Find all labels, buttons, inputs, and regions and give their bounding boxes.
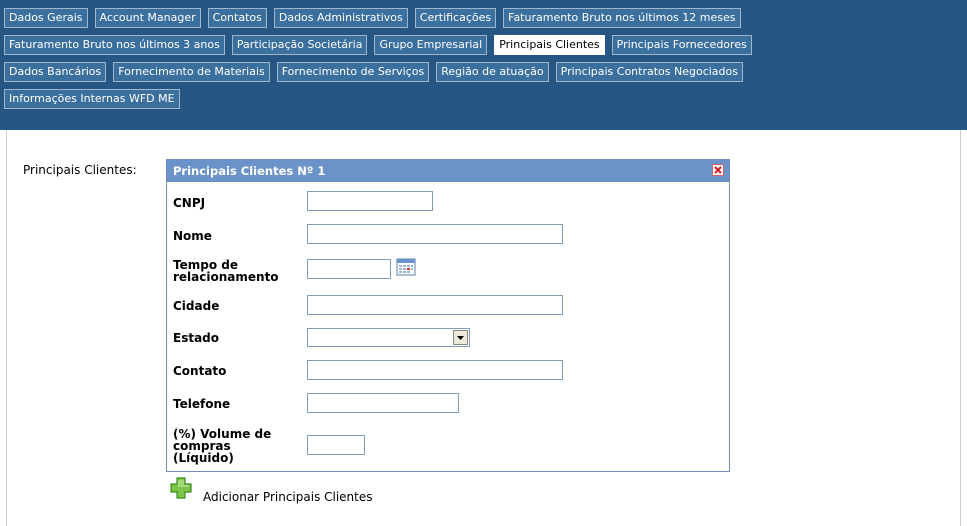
tab-dados-bancarios[interactable]: Dados Bancários	[4, 62, 107, 82]
tab-row: Dados Gerais Account Manager Contatos Da…	[4, 8, 967, 28]
calendar-icon[interactable]	[396, 258, 416, 276]
tab-certificacoes[interactable]: Certificações	[414, 8, 497, 28]
add-client-link[interactable]: Adicionar Principais Clientes	[203, 490, 373, 504]
chevron-down-icon[interactable]	[453, 330, 468, 345]
tab-row: Informações Internas WFD ME	[4, 89, 967, 109]
plus-icon-glyph	[170, 477, 192, 499]
tempo-input[interactable]	[307, 259, 391, 279]
volume-input[interactable]	[307, 435, 365, 455]
calendar-icon-glyph	[396, 258, 416, 276]
volume-label: (%) Volume de compras (Líquido)	[173, 428, 271, 464]
cnpj-input[interactable]	[307, 191, 433, 211]
close-icon-glyph	[714, 166, 722, 174]
tab-fornecimento-materiais[interactable]: Fornecimento de Materiais	[113, 62, 270, 82]
tab-informacoes-internas[interactable]: Informações Internas WFD ME	[4, 89, 180, 109]
chevron-down-icon-glyph	[457, 336, 464, 340]
tab-faturamento-3-anos[interactable]: Faturamento Bruto nos últimos 3 anos	[4, 35, 225, 55]
tab-contatos[interactable]: Contatos	[207, 8, 267, 28]
cnpj-label: CNPJ	[173, 196, 206, 210]
nome-label: Nome	[173, 229, 212, 243]
tab-faturamento-12-meses[interactable]: Faturamento Bruto nos últimos 12 meses	[503, 8, 741, 28]
panel-title: Principais Clientes Nº 1	[173, 164, 326, 178]
estado-label: Estado	[173, 331, 220, 345]
tab-fornecimento-servicos[interactable]: Fornecimento de Serviços	[276, 62, 430, 82]
telefone-label: Telefone	[173, 397, 231, 411]
contato-label: Contato	[173, 364, 227, 378]
tab-row: Dados Bancários Fornecimento de Materiai…	[4, 62, 967, 82]
close-icon[interactable]	[712, 164, 724, 176]
nome-input[interactable]	[307, 224, 563, 244]
telefone-input[interactable]	[307, 393, 459, 413]
tab-principais-clientes[interactable]: Principais Clientes	[494, 35, 605, 55]
plus-icon[interactable]	[169, 476, 193, 500]
section-label: Principais Clientes:	[23, 163, 137, 177]
tab-grupo-empresarial[interactable]: Grupo Empresarial	[374, 35, 488, 55]
panel-header: Principais Clientes Nº 1	[167, 160, 729, 182]
tab-principais-fornecedores[interactable]: Principais Fornecedores	[611, 35, 752, 55]
client-panel: Principais Clientes Nº 1	[166, 159, 730, 472]
tempo-label-line2: relacionamento	[173, 270, 279, 284]
estado-select[interactable]	[307, 328, 470, 347]
tab-dados-gerais[interactable]: Dados Gerais	[4, 8, 88, 28]
tab-principais-contratos[interactable]: Principais Contratos Negociados	[555, 62, 743, 82]
tab-participacao-societaria[interactable]: Participação Societária	[231, 35, 368, 55]
tempo-label: Tempo de relacionamento	[173, 259, 279, 283]
tab-bar: Dados Gerais Account Manager Contatos Da…	[0, 0, 967, 130]
tab-regiao-atuacao[interactable]: Região de atuação	[436, 62, 549, 82]
contato-input[interactable]	[307, 360, 563, 380]
volume-label-line3: (Líquido)	[173, 451, 234, 465]
cidade-input[interactable]	[307, 295, 563, 315]
tab-dados-administrativos[interactable]: Dados Administrativos	[273, 8, 408, 28]
tab-row: Faturamento Bruto nos últimos 3 anos Par…	[4, 35, 967, 55]
cidade-label: Cidade	[173, 299, 220, 313]
tab-account-manager[interactable]: Account Manager	[94, 8, 201, 28]
